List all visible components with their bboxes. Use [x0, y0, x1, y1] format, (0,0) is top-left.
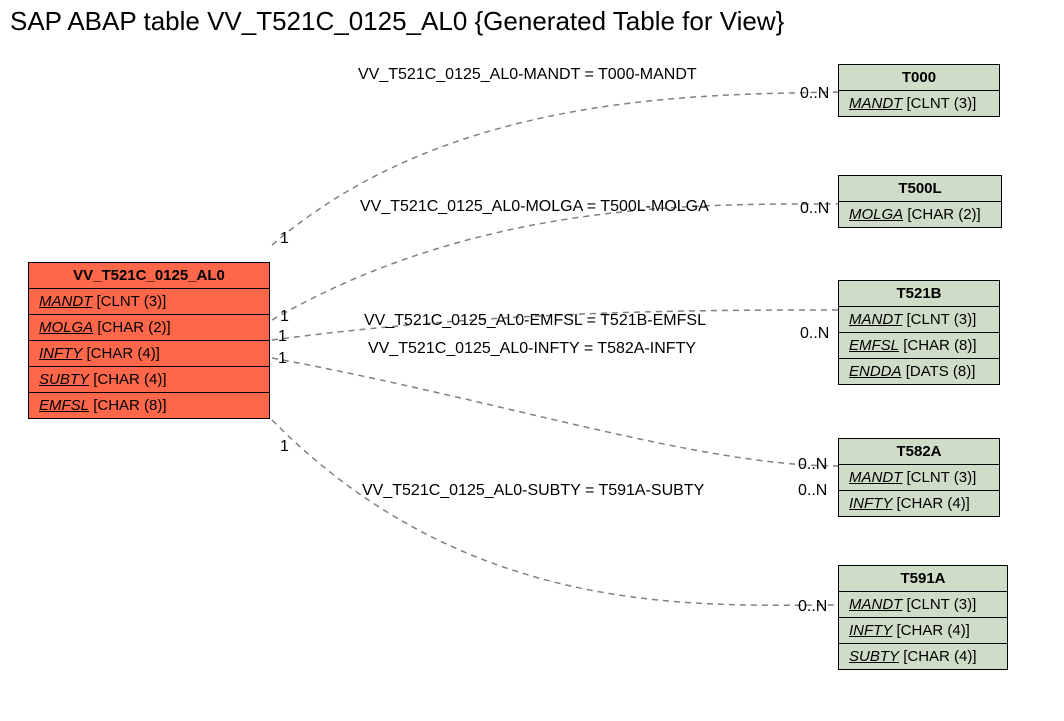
field-key: MANDT [39, 293, 92, 310]
entity-header: T521B [839, 281, 999, 307]
field-key: EMFSL [39, 397, 89, 414]
cardinality-source: 1 [278, 328, 287, 346]
field-row: EMFSL [CHAR (8)] [839, 333, 999, 359]
cardinality-source: 1 [278, 350, 287, 368]
field-row: INFTY [CHAR (4)] [839, 491, 999, 516]
field-row: MANDT [CLNT (3)] [839, 307, 999, 333]
entity-t500l: T500LMOLGA [CHAR (2)] [838, 175, 1002, 228]
cardinality-target: 0..N [798, 482, 827, 500]
entity-main: VV_T521C_0125_AL0 MANDT [CLNT (3)] MOLGA… [28, 262, 270, 419]
entity-header: T000 [839, 65, 999, 91]
field-type: [CLNT (3)] [907, 311, 977, 328]
field-row: SUBTY [CHAR (4)] [839, 644, 1007, 669]
field-type: [CHAR (2)] [97, 319, 170, 336]
entity-header: T582A [839, 439, 999, 465]
entity-main-header: VV_T521C_0125_AL0 [29, 263, 269, 289]
field-key: SUBTY [39, 371, 89, 388]
diagram-title: SAP ABAP table VV_T521C_0125_AL0 {Genera… [10, 6, 784, 37]
field-row: MANDT [CLNT (3)] [839, 592, 1007, 618]
cardinality-target: 0..N [800, 85, 829, 103]
field-type: [CHAR (8)] [93, 397, 166, 414]
field-type: [CLNT (3)] [907, 596, 977, 613]
field-type: [CHAR (8)] [903, 337, 976, 354]
field-key: INFTY [849, 622, 892, 639]
field-type: [CHAR (4)] [903, 648, 976, 665]
field-type: [CLNT (3)] [907, 95, 977, 112]
cardinality-source: 1 [280, 308, 289, 326]
cardinality-target: 0..N [798, 598, 827, 616]
edge-label: VV_T521C_0125_AL0-MOLGA = T500L-MOLGA [360, 198, 709, 216]
cardinality-target: 0..N [798, 456, 827, 474]
cardinality-source: 1 [280, 438, 289, 456]
field-type: [CHAR (4)] [897, 622, 970, 639]
field-key: MANDT [849, 311, 902, 328]
diagram-canvas: SAP ABAP table VV_T521C_0125_AL0 {Genera… [0, 0, 1064, 721]
entity-t000: T000MANDT [CLNT (3)] [838, 64, 1000, 117]
field-type: [CHAR (4)] [93, 371, 166, 388]
field-key: EMFSL [849, 337, 899, 354]
cardinality-target: 0..N [800, 325, 829, 343]
field-type: [CHAR (2)] [907, 206, 980, 223]
field-row: EMFSL [CHAR (8)] [29, 393, 269, 418]
cardinality-source: 1 [280, 230, 289, 248]
field-type: [CLNT (3)] [97, 293, 167, 310]
field-type: [DATS (8)] [906, 363, 976, 380]
field-key: ENDDA [849, 363, 902, 380]
field-row: MANDT [CLNT (3)] [29, 289, 269, 315]
field-key: INFTY [849, 495, 892, 512]
field-row: SUBTY [CHAR (4)] [29, 367, 269, 393]
field-row: ENDDA [DATS (8)] [839, 359, 999, 384]
entity-header: T591A [839, 566, 1007, 592]
entity-header: T500L [839, 176, 1001, 202]
field-key: MOLGA [39, 319, 93, 336]
field-row: MOLGA [CHAR (2)] [839, 202, 1001, 227]
field-type: [CLNT (3)] [907, 469, 977, 486]
field-row: MOLGA [CHAR (2)] [29, 315, 269, 341]
field-key: MOLGA [849, 206, 903, 223]
field-key: MANDT [849, 469, 902, 486]
entity-t591a: T591AMANDT [CLNT (3)]INFTY [CHAR (4)]SUB… [838, 565, 1008, 670]
field-key: MANDT [849, 596, 902, 613]
field-type: [CHAR (4)] [87, 345, 160, 362]
field-key: MANDT [849, 95, 902, 112]
field-row: INFTY [CHAR (4)] [29, 341, 269, 367]
field-key: INFTY [39, 345, 82, 362]
edge-label: VV_T521C_0125_AL0-MANDT = T000-MANDT [358, 66, 697, 84]
edge-label: VV_T521C_0125_AL0-EMFSL = T521B-EMFSL [364, 312, 706, 330]
cardinality-target: 0..N [800, 200, 829, 218]
field-row: MANDT [CLNT (3)] [839, 465, 999, 491]
field-key: SUBTY [849, 648, 899, 665]
entity-t582a: T582AMANDT [CLNT (3)]INFTY [CHAR (4)] [838, 438, 1000, 517]
field-row: MANDT [CLNT (3)] [839, 91, 999, 116]
field-row: INFTY [CHAR (4)] [839, 618, 1007, 644]
entity-t521b: T521BMANDT [CLNT (3)]EMFSL [CHAR (8)]END… [838, 280, 1000, 385]
edge-label: VV_T521C_0125_AL0-INFTY = T582A-INFTY [368, 340, 696, 358]
edge-label: VV_T521C_0125_AL0-SUBTY = T591A-SUBTY [362, 482, 704, 500]
field-type: [CHAR (4)] [897, 495, 970, 512]
